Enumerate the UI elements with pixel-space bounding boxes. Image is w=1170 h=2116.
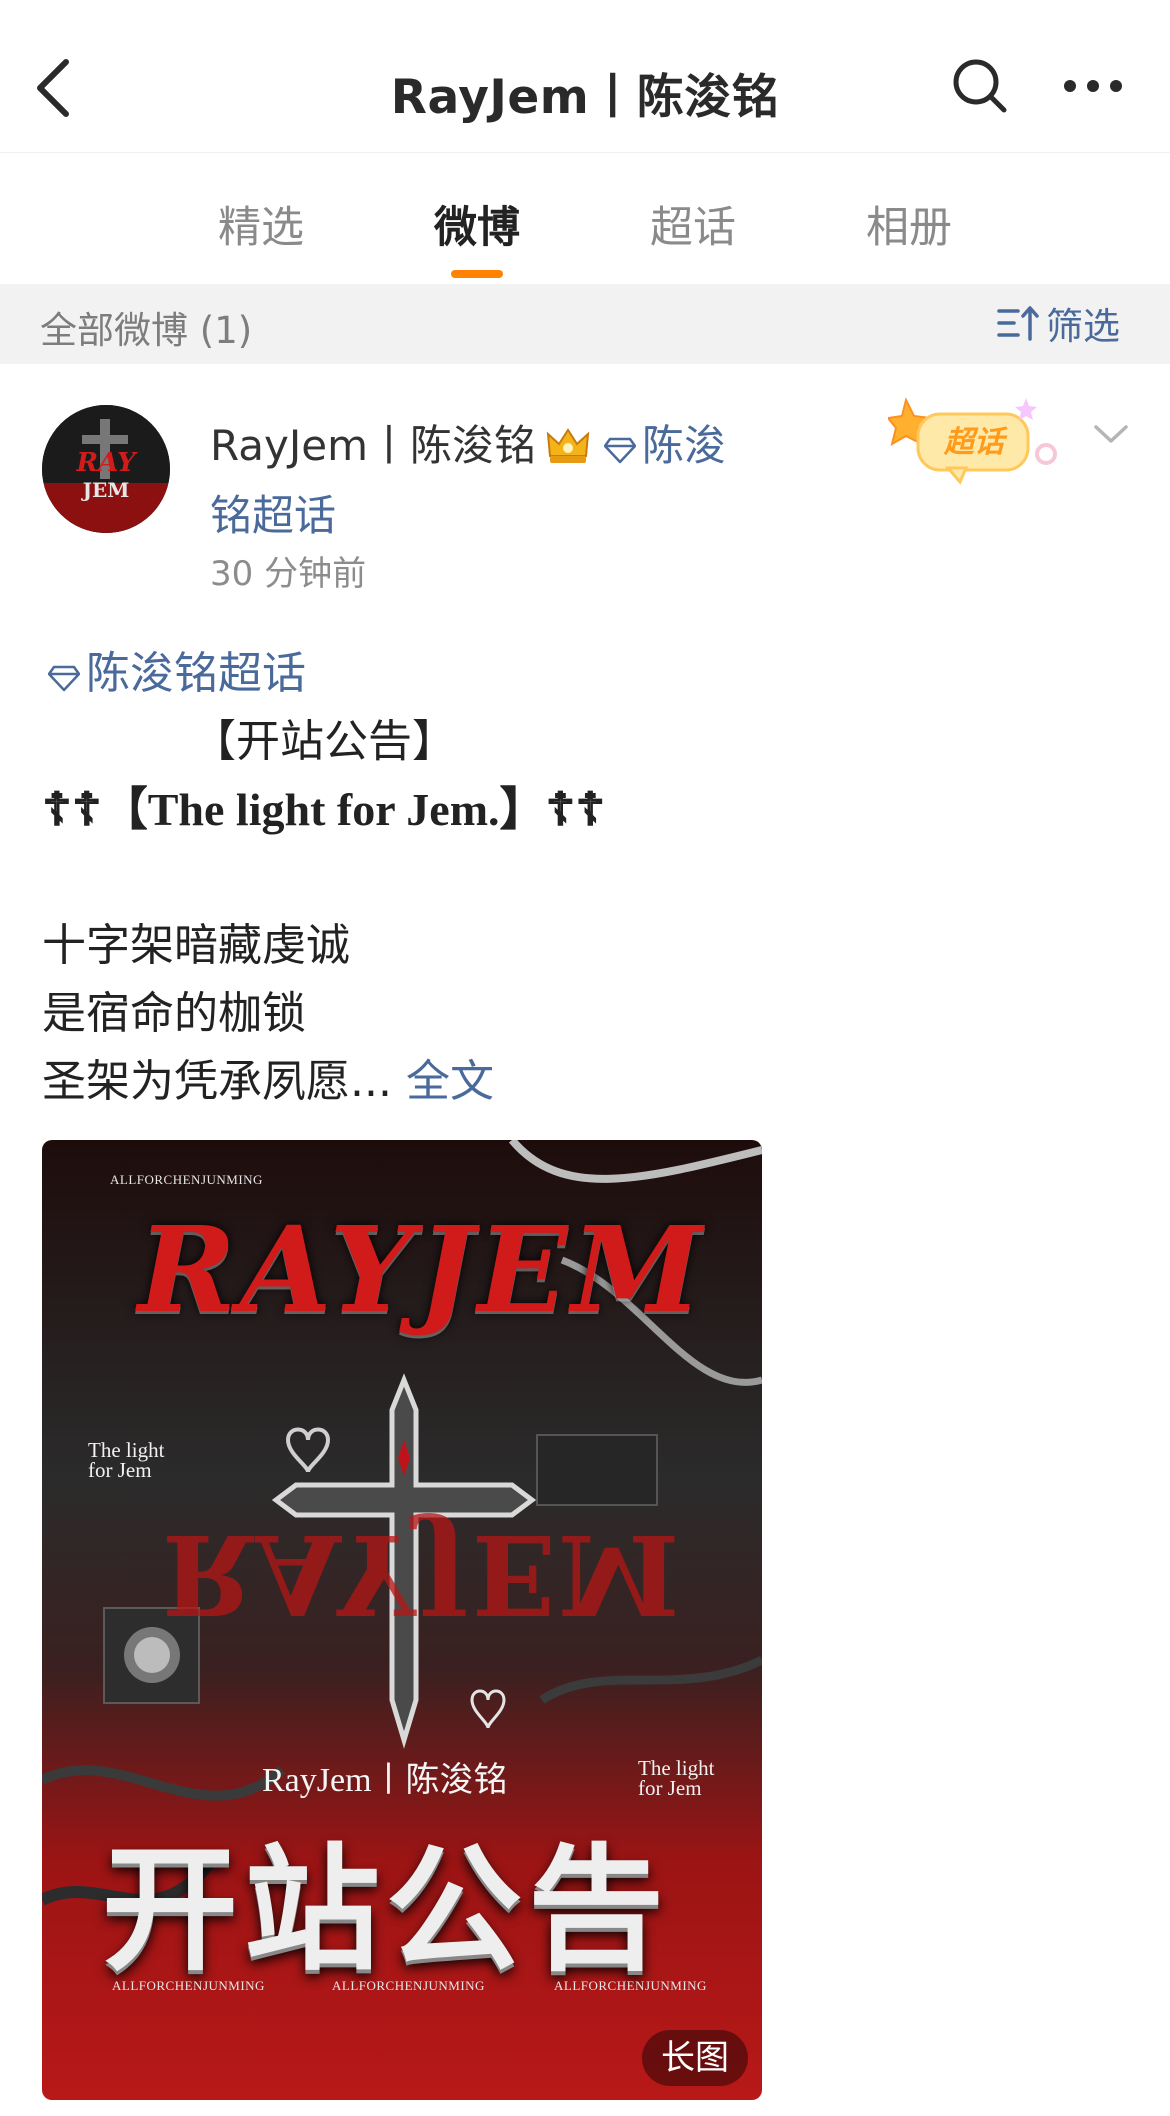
- content-line: 【开站公告】: [192, 716, 456, 767]
- poster-name-line: RayJem丨陈浚铭: [262, 1762, 508, 1799]
- tab-weibo[interactable]: 微博: [422, 193, 532, 255]
- supertopic-link-part2[interactable]: 铭超话: [210, 482, 336, 543]
- post-timestamp: 30 分钟前: [210, 554, 367, 594]
- post-content: 陈浚铭超话 【开站公告】 ☦︎☦︎【The light for Jem.】☦︎☦…: [42, 640, 1132, 1116]
- author-name[interactable]: RayJem丨陈浚铭: [210, 421, 536, 470]
- avatar-image: RAY JEM: [42, 405, 170, 533]
- content-topic-row: 陈浚铭超话: [42, 640, 1132, 708]
- post-menu-button[interactable]: [1090, 418, 1132, 450]
- supertopic-diamond-icon: [47, 644, 81, 712]
- filter-label: 筛选: [1046, 305, 1120, 348]
- poster-brand-text: RAYJEM: [137, 1200, 707, 1339]
- search-button[interactable]: [950, 56, 1010, 116]
- post-count-label: 全部微博 (1): [40, 309, 253, 352]
- content-line: 圣架为凭承夙愿...: [42, 1056, 392, 1107]
- active-tab-indicator: [451, 270, 503, 278]
- poster-watermark-bottom: ALLFORCHENJUNMING: [554, 1978, 707, 1993]
- content-line: ☦︎☦︎【The light for Jem.】☦︎☦︎: [42, 784, 606, 835]
- full-text-link[interactable]: 全文: [406, 1056, 494, 1107]
- filter-bar: 全部微博 (1) 筛选: [0, 284, 1170, 364]
- content-line: 是宿命的枷锁: [42, 988, 306, 1039]
- top-navigation-bar: RayJem丨陈浚铭: [0, 0, 1170, 152]
- author-avatar[interactable]: RAY JEM: [42, 405, 170, 533]
- filter-button[interactable]: 筛选: [996, 298, 1120, 348]
- crown-vip-icon: [546, 426, 590, 476]
- long-image-badge: 长图: [642, 2030, 748, 2086]
- content-last-row: 圣架为凭承夙愿... 全文: [42, 1048, 1132, 1116]
- poster-headline: 开站公告: [102, 1830, 670, 1990]
- search-icon: [953, 59, 1007, 113]
- more-dots-icon: [1064, 80, 1122, 92]
- profile-tabs: 精选 微博 超话 相册: [0, 152, 1170, 284]
- tab-featured[interactable]: 精选: [206, 193, 316, 255]
- poster-watermark-bottom: ALLFORCHENJUNMING: [112, 1978, 265, 1993]
- poster-reflection-text: RAYJEM: [162, 1510, 682, 1639]
- supertopic-link-part1[interactable]: 陈浚: [642, 421, 726, 470]
- svg-text:RAY: RAY: [75, 448, 137, 478]
- tab-album[interactable]: 相册: [854, 193, 964, 255]
- chevron-down-icon: [1094, 425, 1128, 443]
- poster-watermark-bottom: ALLFORCHENJUNMING: [332, 1978, 485, 1993]
- poster-side-text-left: The light for Jem: [88, 1438, 165, 1482]
- poster-watermark-top: ALLFORCHENJUNMING: [110, 1172, 263, 1187]
- sort-filter-icon: [997, 306, 1039, 341]
- author-name-row: RayJem丨陈浚铭 陈浚: [210, 412, 726, 476]
- post-image[interactable]: ALLFORCHENJUNMING RAYJEM RAYJEM The ligh…: [42, 1140, 762, 2100]
- more-options-button[interactable]: [1060, 66, 1126, 106]
- supertopic-sticker-icon: 超话: [886, 397, 1057, 485]
- content-line: 十字架暗藏虔诚: [42, 920, 350, 971]
- svg-text:超话: 超话: [943, 425, 1008, 460]
- poster-side-text-right: The light for Jem: [638, 1756, 715, 1800]
- content-topic-link[interactable]: 陈浚铭超话: [86, 648, 306, 699]
- tab-supertopic[interactable]: 超话: [638, 193, 748, 255]
- svg-text:JEM: JEM: [81, 478, 130, 502]
- supertopic-badge[interactable]: 超话: [886, 390, 1068, 490]
- supertopic-diamond-icon: [603, 425, 637, 474]
